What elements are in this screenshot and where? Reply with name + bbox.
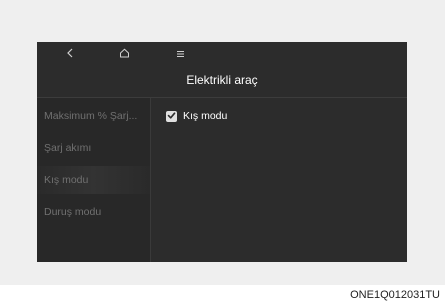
winter-mode-label: Kış modu — [183, 110, 228, 122]
checkmark-icon — [167, 107, 176, 125]
menu-icon — [176, 45, 185, 63]
sidebar: Maksimum % Şarj... Şarj akımı Kış modu D… — [37, 98, 150, 262]
menu-button[interactable] — [165, 42, 195, 66]
home-button[interactable] — [109, 42, 139, 66]
winter-mode-option[interactable]: Kış modu — [166, 108, 227, 124]
back-button[interactable] — [55, 42, 85, 66]
sidebar-item-charge-current[interactable]: Şarj akımı — [37, 134, 150, 162]
sidebar-item-max-charge[interactable]: Maksimum % Şarj... — [37, 102, 150, 130]
sidebar-item-stop-mode[interactable]: Duruş modu — [37, 198, 150, 226]
screen-title: Elektrikli araç — [186, 73, 258, 87]
sidebar-item-winter-mode[interactable]: Kış modu — [37, 166, 150, 194]
chevron-left-icon — [66, 45, 74, 63]
top-bar — [37, 42, 407, 66]
infotainment-screen: Elektrikli araç Maksimum % Şarj... Şarj … — [37, 42, 407, 262]
sidebar-divider — [150, 98, 151, 262]
winter-mode-checkbox[interactable] — [166, 110, 177, 122]
photo-frame: Elektrikli araç Maksimum % Şarj... Şarj … — [0, 0, 445, 285]
home-icon — [119, 45, 130, 63]
image-caption: ONE1Q012031TU — [350, 289, 440, 301]
